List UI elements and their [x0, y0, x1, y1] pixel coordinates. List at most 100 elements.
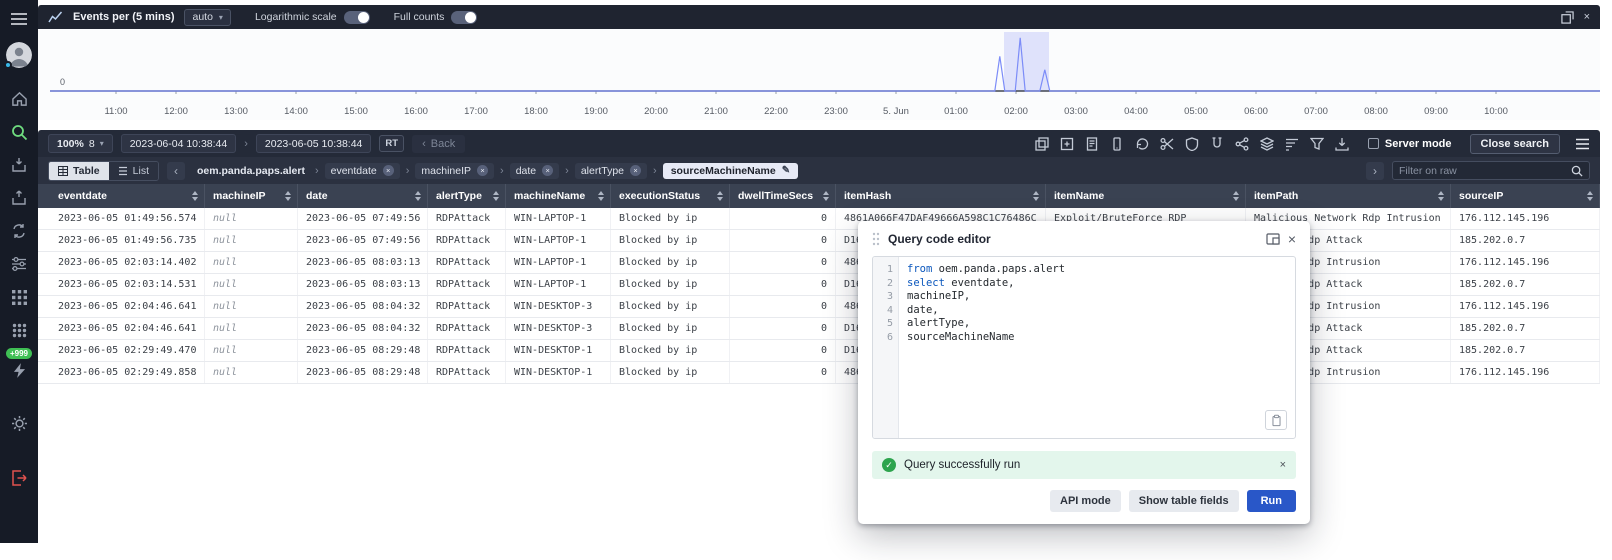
chart-canvas[interactable]: 0 11:00 12:00 13:00 14:00 15:00 16:00 17:00 18:… — [38, 29, 1600, 120]
remove-chip-icon[interactable]: × — [382, 165, 394, 176]
close-dialog-icon[interactable]: × — [1288, 231, 1296, 247]
filter-icon[interactable] — [1309, 136, 1325, 152]
realtime-badge[interactable]: RT — [379, 135, 405, 152]
settings-icon[interactable] — [0, 414, 38, 432]
list-view-button[interactable]: List — [108, 161, 158, 180]
server-mode-checkbox[interactable]: Server mode — [1367, 138, 1452, 150]
column-header-itemName[interactable]: itemName — [1046, 184, 1246, 208]
table-row[interactable]: 2023-06-05 01:49:56.735 null 2023-06-05 07… — [38, 230, 1600, 252]
popout-chart-icon[interactable] — [1560, 10, 1574, 24]
sort-amount-icon[interactable] — [1284, 136, 1300, 152]
show-table-fields-button[interactable]: Show table fields — [1128, 490, 1239, 512]
column-header-executionStatus[interactable]: executionStatus — [611, 184, 730, 208]
source-table-chip[interactable]: oem.panda.paps.alert — [193, 163, 309, 179]
activity-icon[interactable] — [0, 361, 38, 379]
chips-scroll-right[interactable]: › — [1366, 161, 1384, 180]
copy-panel-icon[interactable] — [1034, 136, 1050, 152]
sliders-icon[interactable] — [0, 255, 38, 273]
back-button[interactable]: ‹ Back — [412, 134, 466, 153]
table-row[interactable]: 2023-06-05 02:29:49.470 null 2023-06-05 08… — [38, 340, 1600, 362]
sort-icon[interactable] — [717, 191, 723, 201]
table-row[interactable]: 2023-06-05 02:04:46.641 null 2023-06-05 08… — [38, 296, 1600, 318]
chips-scroll-left[interactable]: ‹ — [167, 161, 185, 180]
date-from-button[interactable]: 2023-06-04 10:38:44 — [120, 134, 237, 153]
search-icon[interactable] — [0, 123, 38, 141]
query-code-editor[interactable]: 123456 from oem.panda.paps.alert select e… — [872, 256, 1296, 439]
field-chip-eventdate[interactable]: eventdate × — [324, 162, 400, 179]
column-header-itemPath[interactable]: itemPath — [1246, 184, 1451, 208]
filter-raw-input[interactable] — [1399, 164, 1566, 177]
sort-icon[interactable] — [823, 191, 829, 201]
sort-icon[interactable] — [415, 191, 421, 201]
mobile-view-icon[interactable] — [1109, 136, 1125, 152]
sort-icon[interactable] — [1587, 191, 1593, 201]
table-menu-icon[interactable] — [1574, 136, 1590, 152]
sort-icon[interactable] — [285, 191, 291, 201]
field-chip-date[interactable]: date × — [509, 162, 560, 179]
checkbox-icon[interactable] — [1367, 138, 1379, 149]
zoom-select[interactable]: 100% 8 ▾ — [48, 134, 113, 153]
cut-icon[interactable] — [1159, 136, 1175, 152]
column-header-eventdate[interactable]: eventdate — [50, 184, 205, 208]
modules-grid-icon[interactable] — [0, 321, 38, 339]
interval-select[interactable]: auto ▾ — [184, 8, 231, 26]
table-view-button[interactable]: Table — [49, 161, 109, 180]
sort-icon[interactable] — [598, 191, 604, 201]
filter-raw-field[interactable] — [1392, 161, 1590, 180]
remove-chip-icon[interactable]: × — [542, 165, 554, 176]
sort-icon[interactable] — [1033, 191, 1039, 201]
undo-zoom-icon[interactable] — [1134, 136, 1150, 152]
remove-chip-icon[interactable]: × — [477, 165, 489, 176]
close-banner-icon[interactable]: × — [1280, 459, 1286, 471]
share-icon[interactable] — [1234, 136, 1250, 152]
logout-icon[interactable] — [0, 469, 38, 487]
sort-icon[interactable] — [1233, 191, 1239, 201]
download-icon[interactable] — [1334, 136, 1350, 152]
popout-dialog-icon[interactable] — [1266, 233, 1280, 245]
edit-icon[interactable]: ✎ — [782, 165, 790, 176]
drag-grip-icon[interactable] — [872, 232, 880, 246]
column-header-itemHash[interactable]: itemHash — [836, 184, 1046, 208]
column-header-date[interactable]: date — [298, 184, 428, 208]
column-header-dwellTimeSecs[interactable]: dwellTimeSecs — [730, 184, 836, 208]
data-in-icon[interactable] — [0, 156, 38, 174]
notes-icon[interactable] — [1084, 136, 1100, 152]
copy-code-icon[interactable] — [1265, 410, 1287, 430]
data-exchange-icon[interactable] — [0, 222, 38, 240]
add-panel-icon[interactable] — [1059, 136, 1075, 152]
remove-chip-icon[interactable]: × — [630, 165, 642, 176]
close-search-button[interactable]: Close search — [1469, 133, 1560, 154]
api-mode-button[interactable]: API mode — [1050, 490, 1121, 512]
sort-icon[interactable] — [493, 191, 499, 201]
notification-badge[interactable]: +999 — [5, 348, 33, 359]
column-header-machineName[interactable]: machineName — [506, 184, 611, 208]
sort-icon[interactable] — [1438, 191, 1444, 201]
field-chip-machineIP[interactable]: machineIP × — [415, 162, 495, 179]
column-header-sourceIP[interactable]: sourceIP — [1451, 184, 1600, 208]
date-to-button[interactable]: 2023-06-05 10:38:44 — [255, 134, 372, 153]
table-row[interactable]: 2023-06-05 01:49:56.574 null 2023-06-05 07… — [38, 208, 1600, 230]
home-icon[interactable] — [0, 90, 38, 108]
apps-grid-icon[interactable] — [0, 288, 38, 306]
sidebar-menu-icon[interactable] — [0, 8, 38, 30]
field-chip-alertType[interactable]: alertType × — [574, 162, 648, 179]
sort-icon[interactable] — [192, 191, 198, 201]
events-chart[interactable] — [38, 29, 1600, 99]
full-counts-toggle[interactable] — [451, 10, 478, 24]
code-area[interactable]: from oem.panda.paps.alert select eventdat… — [899, 257, 1295, 438]
table-row[interactable]: 2023-06-05 02:29:49.858 null 2023-06-05 08… — [38, 362, 1600, 384]
table-row[interactable]: 2023-06-05 02:04:46.641 null 2023-06-05 08… — [38, 318, 1600, 340]
run-button[interactable]: Run — [1246, 490, 1296, 512]
avatar[interactable] — [4, 42, 32, 69]
column-header-alertType[interactable]: alertType — [428, 184, 506, 208]
log-scale-toggle[interactable] — [343, 10, 370, 24]
table-row[interactable]: 2023-06-05 02:03:14.402 null 2023-06-05 08… — [38, 252, 1600, 274]
shield-icon[interactable] — [1184, 136, 1200, 152]
close-chart-icon[interactable]: × — [1584, 11, 1590, 23]
layers-icon[interactable] — [1259, 136, 1275, 152]
magnet-icon[interactable] — [1209, 136, 1225, 152]
active-field-chip[interactable]: sourceMachineName ✎ — [662, 162, 799, 179]
table-row[interactable]: 2023-06-05 02:03:14.531 null 2023-06-05 08… — [38, 274, 1600, 296]
data-out-icon[interactable] — [0, 189, 38, 207]
column-header-machineIP[interactable]: machineIP — [205, 184, 298, 208]
